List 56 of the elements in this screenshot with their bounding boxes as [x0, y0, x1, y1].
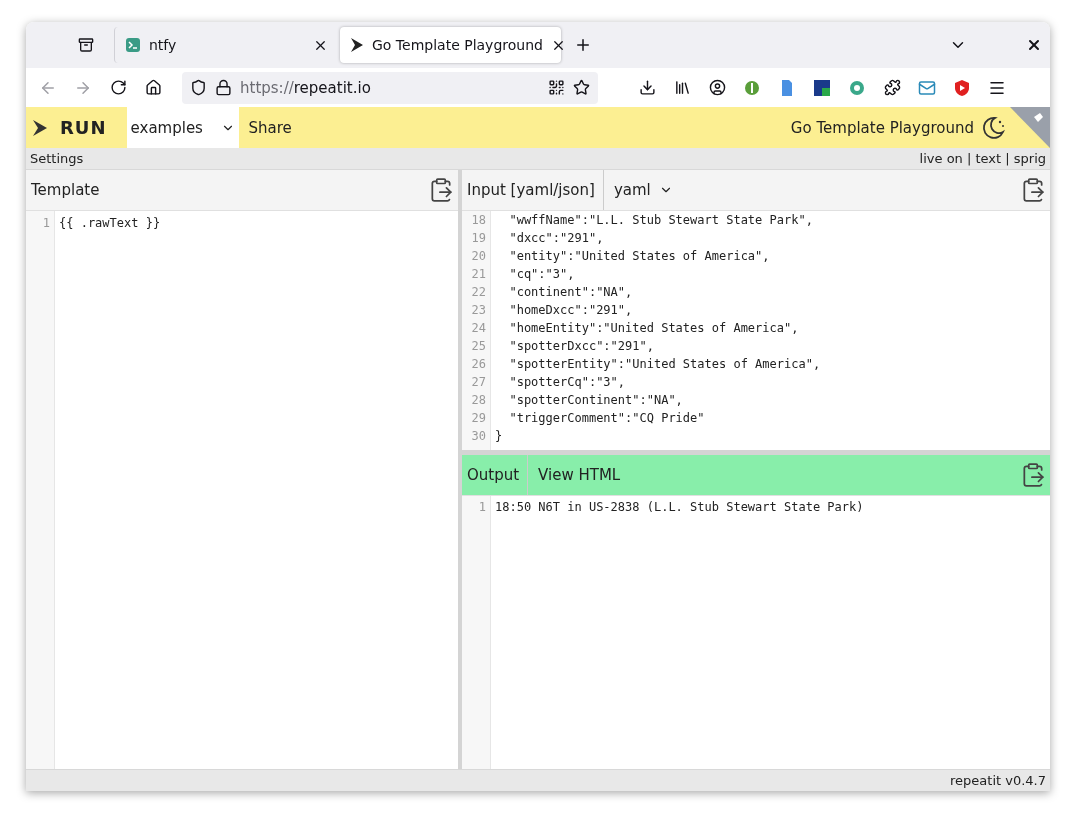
line-number: 26 — [470, 357, 487, 373]
line-number: 30 — [470, 429, 487, 445]
code-line: "dxcc":"291", — [508, 231, 605, 247]
app-title: Go Template Playground — [790, 118, 974, 137]
settings-link[interactable]: Settings — [30, 151, 84, 166]
view-html-button[interactable]: View HTML — [528, 455, 631, 495]
code-line: "spotterDxcc":"291", — [508, 339, 655, 355]
line-number: 23 — [470, 303, 487, 319]
line-number: 1 — [41, 216, 51, 232]
code-line: "homeDxcc":"291", — [508, 303, 634, 319]
paste-icon[interactable] — [428, 177, 454, 203]
line-number: 27 — [470, 375, 487, 391]
code-line: "entity":"United States of America", — [508, 249, 771, 265]
paste-icon[interactable] — [1020, 177, 1046, 203]
format-select[interactable]: yaml — [603, 170, 683, 210]
code-line: "spotterCq":"3", — [508, 375, 627, 391]
shield-icon — [190, 79, 207, 96]
panel-title: Input [yaml/json] — [462, 170, 604, 210]
line-number: 24 — [470, 321, 487, 337]
panel-title: Output — [462, 455, 529, 495]
lock-icon — [215, 79, 232, 96]
settings-options[interactable]: live on | text | sprig — [919, 151, 1046, 166]
url-field[interactable]: https://repeatit.io — [182, 71, 598, 104]
terminal-icon — [125, 37, 141, 53]
moon-icon[interactable] — [980, 114, 1006, 141]
browser-tab[interactable]: Go Template Playground — [340, 27, 561, 63]
line-number: 1 — [477, 500, 487, 516]
code-line: "spotterEntity":"United States of America", — [508, 357, 822, 373]
line-number: 18 — [470, 213, 487, 229]
code-line: } — [495, 429, 504, 445]
examples-select[interactable]: examples — [126, 107, 239, 148]
browser-tab[interactable]: ntfy — [114, 27, 336, 63]
paste-icon[interactable] — [1020, 462, 1046, 488]
code-line: 18:50 N6T in US-2838 (L.L. Stub Stewart State Park) — [495, 500, 865, 516]
line-number: 20 — [470, 249, 487, 265]
line-number: 22 — [470, 285, 487, 301]
code-line: "continent":"NA", — [508, 285, 634, 301]
code-line: "homeEntity":"United States of America", — [508, 321, 800, 337]
version-label: repeatit v0.4.7 — [950, 773, 1046, 788]
run-button[interactable]: RUN — [26, 107, 127, 148]
chevron-logo-icon — [32, 118, 48, 137]
star-icon[interactable] — [573, 79, 590, 96]
code-line: "cq":"3", — [508, 267, 576, 283]
code-line: "spotterContinent":"NA", — [508, 393, 684, 409]
line-number: 25 — [470, 339, 487, 355]
panel-title: Template — [30, 180, 101, 201]
code-line: {{ .rawText }} — [59, 216, 162, 232]
line-number: 21 — [470, 267, 487, 283]
line-number: 19 — [470, 231, 487, 247]
chevron-logo-icon — [350, 37, 364, 53]
code-line: "wwffName":"L.L. Stub Stewart State Park", — [508, 213, 814, 229]
qr-code-icon[interactable] — [548, 79, 565, 96]
line-number: 29 — [470, 411, 487, 427]
line-number: 28 — [470, 393, 487, 409]
share-button[interactable]: Share — [238, 107, 302, 148]
code-line: "triggerComment":"CQ Pride" — [508, 411, 706, 427]
